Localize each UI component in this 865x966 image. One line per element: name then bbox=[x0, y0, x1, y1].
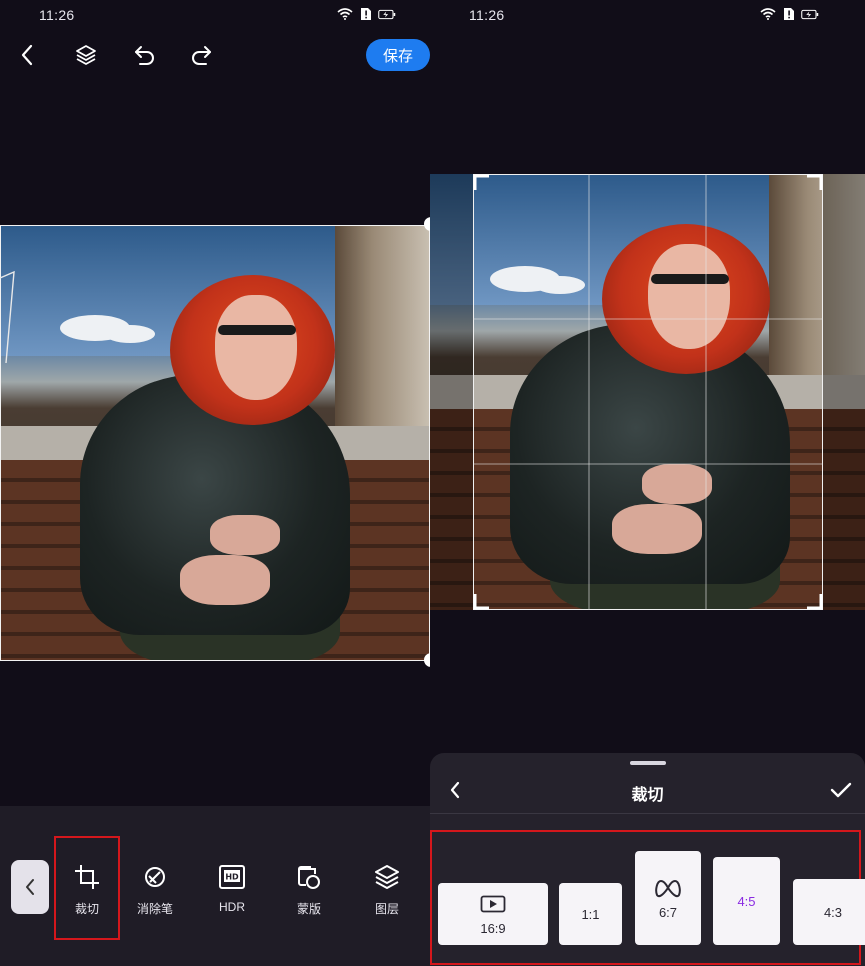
ratio-label: 6:7 bbox=[658, 904, 678, 920]
editor-toolbar: 保存 bbox=[0, 38, 430, 72]
ratio-option-4-3[interactable]: 4:3 bbox=[793, 879, 865, 945]
wifi-icon bbox=[759, 7, 777, 21]
checkmark-icon bbox=[830, 782, 852, 798]
crop-corner-handle bbox=[473, 594, 489, 610]
divider bbox=[430, 813, 865, 814]
layers-button[interactable] bbox=[69, 38, 103, 72]
status-icons bbox=[759, 7, 819, 21]
sim-alert-icon bbox=[780, 7, 798, 21]
aspect-ratio-list: 16:9 1:1 6:7 4:5 4:3 bbox=[430, 830, 865, 965]
sheet-grip-handle[interactable] bbox=[630, 761, 666, 765]
ratio-label: 4:5 bbox=[737, 893, 756, 909]
crop-mask-left bbox=[430, 174, 473, 610]
layers-icon bbox=[372, 862, 402, 892]
tilted-frame-edge bbox=[0, 270, 15, 364]
crop-bounds bbox=[0, 225, 430, 661]
ratio-option-4-5[interactable]: 4:5 bbox=[713, 857, 780, 945]
tool-label: HDR bbox=[219, 900, 245, 914]
status-bar: 11:26 bbox=[430, 0, 865, 30]
confirm-button[interactable] bbox=[827, 776, 855, 804]
status-bar: 11:26 bbox=[0, 0, 430, 30]
battery-charging-icon bbox=[801, 7, 819, 21]
ratio-label: 4:3 bbox=[823, 904, 843, 920]
mask-icon bbox=[294, 862, 324, 892]
ratio-label: 16:9 bbox=[480, 920, 506, 936]
tool-tray: 裁切 消除笔 HD HDR 蒙版 图层 bbox=[0, 806, 430, 966]
hdr-icon: HD bbox=[217, 862, 247, 892]
crop-corner-handle bbox=[473, 174, 489, 190]
tool-hdr[interactable]: HD HDR bbox=[202, 862, 262, 922]
status-time: 11:26 bbox=[39, 7, 75, 23]
svg-text:HD: HD bbox=[225, 873, 239, 882]
collapse-tools-button[interactable] bbox=[11, 860, 49, 914]
back-button[interactable] bbox=[10, 38, 44, 72]
eraser-icon bbox=[140, 862, 170, 892]
battery-charging-icon bbox=[378, 7, 396, 21]
chevron-left-icon bbox=[21, 44, 33, 66]
ratio-option-16-9[interactable]: 16:9 bbox=[438, 883, 548, 945]
redo-button[interactable] bbox=[184, 38, 218, 72]
sim-alert-icon bbox=[357, 7, 375, 21]
redo-icon bbox=[192, 46, 211, 65]
status-time: 11:26 bbox=[469, 7, 505, 23]
crop-sheet: 裁切 16:9 1:1 6:7 4:5 4:3 bbox=[430, 753, 865, 966]
save-button[interactable]: 保存 bbox=[366, 39, 430, 71]
tool-mask[interactable]: 蒙版 bbox=[279, 862, 339, 922]
sheet-title: 裁切 bbox=[631, 787, 664, 804]
tool-crop[interactable]: 裁切 bbox=[54, 836, 120, 940]
undo-icon bbox=[135, 46, 154, 65]
meta-logo-icon bbox=[654, 877, 682, 899]
tool-label: 图层 bbox=[374, 902, 399, 916]
layers-icon bbox=[76, 45, 96, 65]
tool-eraser[interactable]: 消除笔 bbox=[125, 862, 185, 922]
video-play-icon bbox=[480, 893, 506, 915]
tool-label: 裁切 bbox=[74, 902, 99, 916]
wifi-icon bbox=[336, 7, 354, 21]
crop-grid[interactable] bbox=[473, 174, 823, 611]
crop-corner-handle bbox=[807, 174, 823, 190]
editor-screen: 11:26 保存 裁切 消除笔 HD HDR 蒙版 图层 bbox=[0, 0, 430, 966]
tool-layers[interactable]: 图层 bbox=[357, 862, 417, 922]
ratio-label: 1:1 bbox=[581, 906, 600, 922]
tool-label: 蒙版 bbox=[296, 902, 321, 916]
ratio-option-6-7[interactable]: 6:7 bbox=[635, 851, 701, 945]
ratio-option-1-1[interactable]: 1:1 bbox=[559, 883, 622, 945]
tool-label: 消除笔 bbox=[136, 902, 173, 916]
crop-icon bbox=[72, 862, 102, 892]
crop-mask-right bbox=[822, 174, 865, 610]
chevron-left-icon bbox=[26, 879, 34, 895]
crop-corner-handle bbox=[807, 594, 823, 610]
status-icons bbox=[336, 7, 396, 21]
undo-button[interactable] bbox=[128, 38, 162, 72]
crop-screen: 11:26 裁切 16:9 1:1 6:7 4:5 4:3 bbox=[430, 0, 865, 966]
